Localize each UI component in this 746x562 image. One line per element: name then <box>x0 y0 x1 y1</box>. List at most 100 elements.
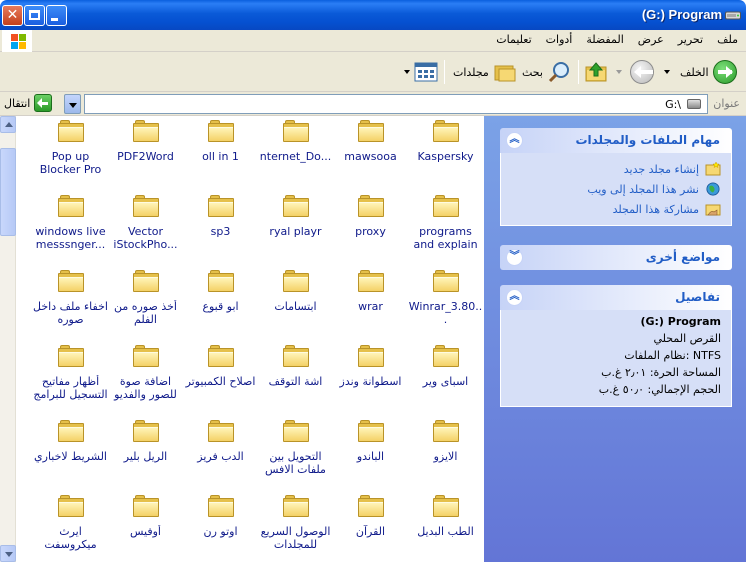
folder-item[interactable]: ryal playr <box>258 191 333 238</box>
forward-button[interactable] <box>630 58 654 86</box>
folder-icon <box>282 495 309 517</box>
address-dropdown[interactable] <box>64 94 81 114</box>
file-list[interactable]: Kaspersky mawsooa nternet_Do... oll in 1 PDF… <box>0 116 484 562</box>
folder-item[interactable]: الشريط لاخباري <box>33 416 108 463</box>
folder-item[interactable]: اوتو رن <box>183 491 258 538</box>
menu-tools[interactable]: أدوات <box>546 33 573 46</box>
folder-item[interactable]: اصلاح الكمبيوتر <box>183 341 258 388</box>
title-bar[interactable]: ✕ (G:) Program <box>0 0 746 30</box>
folder-item[interactable]: أظهار مفاتيح التسجيل للبرامج <box>33 341 108 401</box>
folder-label: الطب البديل <box>417 525 474 538</box>
folder-label: القرآن <box>355 525 386 538</box>
expand-icon[interactable]: ︾ <box>506 249 523 266</box>
folder-item[interactable]: اسطوانة وندز <box>333 341 408 388</box>
task-publish-web[interactable]: نشر هذا المجلد إلى ويب <box>511 179 721 199</box>
folder-item[interactable]: oll in 1 <box>183 116 258 163</box>
folder-item[interactable]: الوصول السريع للمجلدات <box>258 491 333 551</box>
folders-label: مجلدات <box>453 65 489 79</box>
folder-item[interactable]: اخفاء ملف داخل صوره <box>33 266 108 326</box>
up-folder-button[interactable] <box>584 58 608 86</box>
folder-item[interactable]: ابو قبوع <box>183 266 258 313</box>
folder-item[interactable]: اشة التوقف <box>258 341 333 388</box>
folder-label: windows live messsnger... <box>35 225 106 251</box>
folder-item[interactable]: Winrar_3.80... <box>408 266 483 326</box>
folder-label: الشريط لاخباري <box>34 450 107 463</box>
menu-file[interactable]: ملف <box>717 33 738 46</box>
folder-item[interactable]: القرآن <box>333 491 408 538</box>
folder-item[interactable]: wrar <box>333 266 408 313</box>
task-new-folder[interactable]: إنشاء مجلد جديد <box>511 159 721 179</box>
folder-icon <box>282 120 309 142</box>
folder-icon <box>57 270 84 292</box>
collapse-icon[interactable]: ︽ <box>506 132 523 149</box>
maximize-button[interactable] <box>24 5 45 26</box>
menu-edit[interactable]: تحرير <box>678 33 703 46</box>
folder-icon <box>57 195 84 217</box>
folder-icon <box>132 495 159 517</box>
folder-label: Kaspersky <box>417 150 474 163</box>
folder-item[interactable]: programs and explain <box>408 191 483 251</box>
menu-help[interactable]: تعليمات <box>496 33 531 46</box>
views-button[interactable] <box>404 58 438 86</box>
menu-view[interactable]: عرض <box>638 33 664 46</box>
folder-item[interactable]: اسباى وير <box>408 341 483 388</box>
folder-item[interactable]: الطب البديل <box>408 491 483 538</box>
folder-label: اضافة صوة للصور والفديو <box>114 375 177 401</box>
folder-item[interactable]: windows live messsnger... <box>33 191 108 251</box>
folder-item[interactable]: sp3 <box>183 191 258 238</box>
task-share-folder[interactable]: مشاركة هذا المجلد <box>511 199 721 219</box>
toolbar-separator <box>444 60 445 84</box>
folder-icon <box>432 120 459 142</box>
menu-bar: ملف تحرير عرض المفضلة أدوات تعليمات <box>0 30 746 52</box>
collapse-icon[interactable]: ︽ <box>506 289 523 306</box>
folder-item[interactable]: Vector iStockPho... <box>108 191 183 251</box>
forward-dropdown[interactable] <box>616 58 622 86</box>
folder-label: اسطوانة وندز <box>339 375 402 388</box>
folder-label: اخفاء ملف داخل صوره <box>33 300 108 326</box>
details-panel-body: (G:) Program القرص المحلي نظام الملفات: … <box>500 310 732 407</box>
folder-icon <box>207 195 234 217</box>
folder-item[interactable]: proxy <box>333 191 408 238</box>
folder-icon <box>282 270 309 292</box>
folder-item[interactable]: PDF2Word <box>108 116 183 163</box>
folder-item[interactable]: التحويل بين ملفات الافس <box>258 416 333 476</box>
folder-item[interactable]: أخذ صوره من الفلم <box>108 266 183 326</box>
task-pane: مهام الملفات والمجلدات ︽ إنشاء مجلد جديد… <box>484 116 746 562</box>
folder-item[interactable]: nternet_Do... <box>258 116 333 163</box>
folder-item[interactable]: الباندو <box>333 416 408 463</box>
folder-label: proxy <box>355 225 386 238</box>
close-button[interactable]: ✕ <box>2 5 23 26</box>
back-dropdown[interactable] <box>664 58 670 86</box>
minimize-button[interactable] <box>46 5 67 26</box>
folder-item[interactable]: ايرث ميكروسفت <box>33 491 108 551</box>
other-places-header[interactable]: مواضع أخرى ︾ <box>500 245 732 270</box>
chevron-up-icon <box>5 122 13 127</box>
folder-label: Pop up Blocker Pro <box>39 150 102 176</box>
address-input[interactable]: G:\ <box>84 94 708 114</box>
folder-item[interactable]: mawsooa <box>333 116 408 163</box>
folder-icon <box>132 420 159 442</box>
scroll-up-button[interactable] <box>0 116 16 133</box>
folder-label: ابتسامات <box>274 300 317 313</box>
folder-icon <box>207 120 234 142</box>
folder-item[interactable]: ابتسامات <box>258 266 333 313</box>
folder-item[interactable]: الدب فريز <box>183 416 258 463</box>
folder-item[interactable]: Pop up Blocker Pro <box>33 116 108 176</box>
search-button[interactable]: بحث <box>522 58 571 86</box>
folders-button[interactable]: مجلدات <box>453 58 517 86</box>
menu-favorites[interactable]: المفضلة <box>586 33 623 46</box>
folder-item[interactable]: أوفيس <box>108 491 183 538</box>
folder-item[interactable]: Kaspersky <box>408 116 483 163</box>
forward-arrow-icon <box>630 60 654 84</box>
go-button[interactable]: انتقال <box>4 94 53 112</box>
scroll-down-button[interactable] <box>0 545 16 562</box>
details-panel-header[interactable]: تفاصيل ︽ <box>500 285 732 310</box>
back-button[interactable]: الخلف <box>680 58 737 86</box>
folder-icon <box>57 120 84 142</box>
vertical-scrollbar[interactable] <box>0 116 16 562</box>
folder-item[interactable]: اضافة صوة للصور والفديو <box>108 341 183 401</box>
folder-item[interactable]: الايزو <box>408 416 483 463</box>
tasks-panel-header[interactable]: مهام الملفات والمجلدات ︽ <box>500 128 732 153</box>
scroll-thumb[interactable] <box>0 148 16 236</box>
folder-item[interactable]: الريل بلير <box>108 416 183 463</box>
